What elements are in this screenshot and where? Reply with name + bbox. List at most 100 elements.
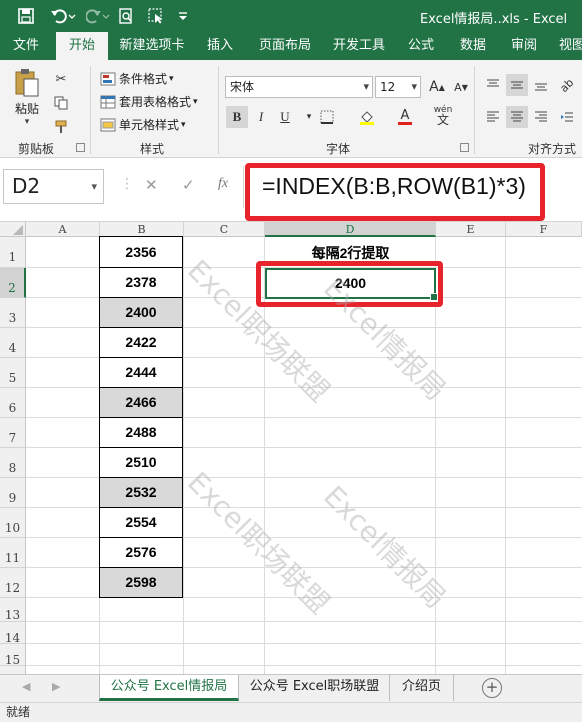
row-header-13[interactable]: 13	[0, 598, 26, 622]
row-header-6[interactable]: 6	[0, 388, 26, 418]
cancel-icon[interactable]: ✕	[145, 176, 158, 194]
row-header-14[interactable]: 14	[0, 622, 26, 645]
tab-formulas[interactable]: 公式	[398, 32, 444, 60]
indent-icon[interactable]	[556, 106, 578, 128]
font-name-select[interactable]: 宋体	[225, 76, 373, 98]
column-header-e[interactable]: E	[436, 222, 506, 237]
insert-function-icon[interactable]: fx	[218, 176, 228, 192]
divider	[90, 66, 91, 154]
row-header-4[interactable]: 4	[0, 328, 26, 358]
row-header-5[interactable]: 5	[0, 358, 26, 388]
cut-icon[interactable]: ✂	[50, 68, 72, 90]
font-size-select[interactable]: 12	[375, 76, 421, 98]
row-header-8[interactable]: 8	[0, 448, 26, 478]
tab-insert[interactable]: 插入	[198, 32, 242, 60]
column-header-c[interactable]: C	[184, 222, 265, 237]
column-gridline	[435, 237, 436, 674]
table-format-icon	[100, 95, 116, 108]
cell-b2[interactable]: 2378	[99, 267, 183, 298]
cell-b9[interactable]: 2532	[99, 477, 183, 508]
bold-button[interactable]: B	[226, 106, 248, 128]
add-sheet-icon[interactable]: +	[482, 678, 502, 698]
align-bottom-icon[interactable]	[530, 74, 552, 96]
row-header-16[interactable]: 16	[0, 666, 26, 674]
conditional-format-button[interactable]: 条件格式 ▾	[100, 70, 174, 87]
italic-button[interactable]: I	[250, 106, 272, 128]
column-header-d[interactable]: D	[265, 222, 436, 237]
align-top-icon[interactable]	[482, 74, 504, 96]
cell-b7[interactable]: 2488	[99, 417, 183, 448]
copy-icon[interactable]	[50, 92, 72, 114]
sheet-tab[interactable]: 公众号 Excel职场联盟	[240, 675, 390, 701]
cell-b5[interactable]: 2444	[99, 357, 183, 388]
format-painter-icon[interactable]	[50, 116, 72, 138]
cell-b1[interactable]: 2356	[99, 236, 183, 268]
row-header-10[interactable]: 10	[0, 508, 26, 538]
row-gridline	[26, 621, 582, 622]
cell-b8[interactable]: 2510	[99, 447, 183, 478]
column-header-b[interactable]: B	[100, 222, 184, 237]
cell-b6[interactable]: 2466	[99, 387, 183, 418]
row-header-12[interactable]: 12	[0, 568, 26, 598]
cell-b12[interactable]: 2598	[99, 567, 183, 598]
customize-icon[interactable]	[174, 6, 192, 26]
row-header-11[interactable]: 11	[0, 538, 26, 568]
cell-b10[interactable]: 2554	[99, 507, 183, 538]
column-header-f[interactable]: F	[506, 222, 582, 237]
row-header-15[interactable]: 15	[0, 644, 26, 667]
tab-view[interactable]: 视图	[552, 32, 582, 60]
cell-b11[interactable]: 2576	[99, 537, 183, 568]
tab-home[interactable]: 开始	[56, 32, 108, 60]
align-middle-icon[interactable]	[506, 74, 528, 96]
name-box[interactable]: D2 ▾	[3, 169, 104, 204]
sheet-tab-active[interactable]: 公众号 Excel情报局	[99, 675, 239, 701]
scroll-right-icon[interactable]: ▶	[52, 680, 60, 693]
cell-styles-button[interactable]: 单元格样式 ▾	[100, 116, 186, 133]
undo-icon[interactable]	[46, 6, 80, 26]
tab-developer[interactable]: 开发工具	[326, 32, 392, 60]
scroll-left-icon[interactable]: ◀	[22, 680, 30, 693]
sheet-tab[interactable]: 介绍页	[390, 675, 454, 701]
redo-icon[interactable]	[84, 6, 112, 26]
align-left-icon[interactable]	[482, 106, 504, 128]
phonetic-button[interactable]: wén 文	[432, 104, 454, 126]
align-center-icon[interactable]	[506, 106, 528, 128]
font-launcher-icon[interactable]	[460, 143, 469, 152]
fill-color-icon[interactable]	[356, 106, 378, 128]
row-header-2[interactable]: 2	[0, 268, 26, 298]
row-header-9[interactable]: 9	[0, 478, 26, 508]
borders-icon[interactable]	[316, 106, 338, 128]
row-gridline	[26, 643, 582, 644]
font-color-button[interactable]: A	[394, 106, 416, 128]
cell-b4[interactable]: 2422	[99, 327, 183, 358]
window-title: Excel情报局..xls - Excel	[420, 12, 568, 27]
tab-file[interactable]: 文件	[0, 32, 52, 60]
row-header-7[interactable]: 7	[0, 418, 26, 448]
enter-icon[interactable]: ✓	[182, 176, 195, 194]
tab-data[interactable]: 数据	[450, 32, 496, 60]
cell-b3[interactable]: 2400	[99, 297, 183, 328]
decrease-font-icon[interactable]: A ▼	[450, 76, 472, 98]
tab-new[interactable]: 新建选项卡	[110, 32, 194, 60]
tab-review[interactable]: 审阅	[502, 32, 546, 60]
drag-handle-icon[interactable]: ⋮	[120, 176, 134, 192]
align-right-icon[interactable]	[530, 106, 552, 128]
save-icon[interactable]	[14, 6, 38, 26]
underline-button[interactable]: U	[274, 106, 296, 128]
clipboard-launcher-icon[interactable]	[76, 143, 85, 152]
orientation-icon[interactable]: ab	[556, 74, 578, 96]
row-header-3[interactable]: 3	[0, 298, 26, 328]
formula-input[interactable]: =INDEX(B:B,ROW(B1)*3)	[262, 173, 526, 200]
select-all-corner[interactable]	[0, 222, 26, 237]
increase-font-icon[interactable]: A ▲	[426, 76, 448, 98]
row-header-1[interactable]: 1	[0, 237, 26, 268]
format-as-table-button[interactable]: 套用表格格式 ▾	[100, 93, 198, 110]
select-icon[interactable]	[146, 6, 166, 26]
paste-button[interactable]: 粘贴 ▾	[10, 68, 44, 127]
name-box-dropdown-icon[interactable]: ▾	[91, 170, 97, 203]
column-header-a[interactable]: A	[26, 222, 100, 237]
cell-d2[interactable]: 2400	[265, 268, 436, 299]
tab-page-layout[interactable]: 页面布局	[250, 32, 320, 60]
cell-d1[interactable]: 每隔2行提取	[265, 238, 436, 268]
print-preview-icon[interactable]	[116, 6, 136, 26]
